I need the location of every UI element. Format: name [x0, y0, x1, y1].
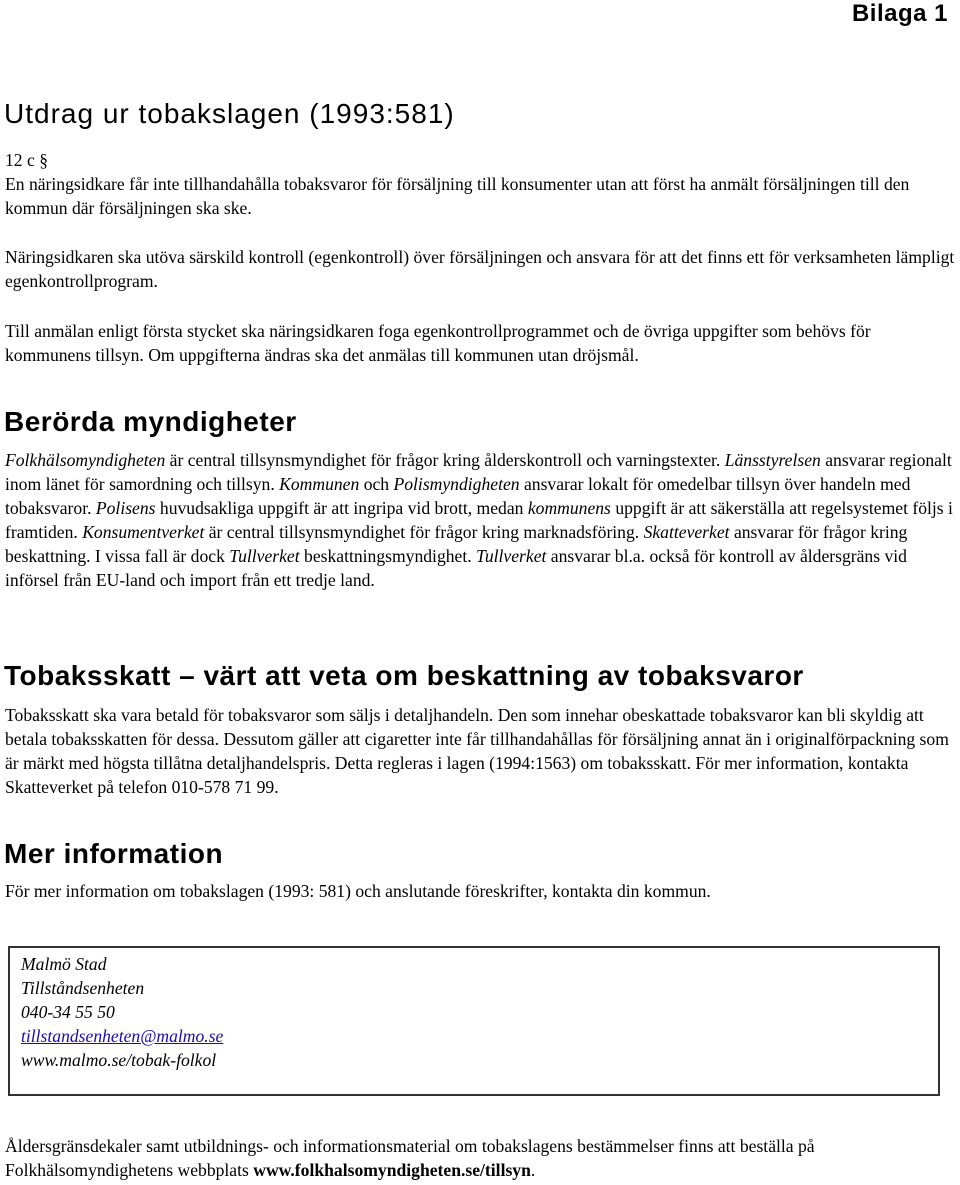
- authority-text: beskattningsmyndighet.: [299, 546, 477, 566]
- law-paragraph-2: Näringsidkaren ska utöva särskild kontro…: [5, 247, 955, 291]
- authority-name: Folkhälsomyndigheten: [5, 450, 166, 470]
- authority-name: Tullverket: [476, 546, 547, 566]
- authority-name: Polismyndigheten: [393, 474, 520, 494]
- authority-text: huvudsakliga uppgift är att ingripa vid …: [155, 498, 528, 518]
- contact-email-link[interactable]: tillstandsenheten@malmo.se: [21, 1024, 223, 1048]
- authority-name: Tullverket: [229, 546, 300, 566]
- authority-name: Konsumentverket: [82, 522, 205, 542]
- section-title-authorities: Berörda myndigheter: [4, 406, 297, 437]
- law-paragraph-3: Till anmälan enligt första stycket ska n…: [5, 321, 871, 365]
- authority-name: Skatteverket: [643, 522, 730, 542]
- section-title-law-excerpt: Utdrag ur tobakslagen (1993:581): [4, 98, 455, 129]
- authority-text: är central tillsynsmyndighet för frågor …: [204, 522, 644, 542]
- contact-box: Malmö Stad Tillståndsenheten 040-34 55 5…: [8, 946, 940, 1096]
- section-title-tobacco-tax: Tobaksskatt – värt att veta om beskattni…: [4, 660, 804, 691]
- contact-website: www.malmo.se/tobak-folkol: [21, 1050, 217, 1070]
- footer-paragraph: Åldersgränsdekaler samt utbildnings- och…: [5, 1134, 960, 1182]
- authority-name: Länsstyrelsen: [724, 450, 821, 470]
- law-paragraph-1: En näringsidkare får inte tillhandahålla…: [5, 174, 910, 218]
- contact-unit: Tillståndsenheten: [21, 978, 145, 998]
- authorities-paragraph: Folkhälsomyndigheten är central tillsyns…: [5, 448, 960, 592]
- authority-text: och: [359, 474, 394, 494]
- tobacco-tax-paragraph: Tobaksskatt ska vara betald för tobaksva…: [5, 705, 949, 797]
- attachment-label: Bilaga 1: [851, 0, 948, 27]
- paragraph-reference: 12 c §: [5, 150, 48, 170]
- footer-period: .: [530, 1160, 536, 1180]
- more-info-paragraph: För mer information om tobakslagen (1993…: [5, 881, 711, 901]
- authority-name: kommunens: [527, 498, 611, 518]
- footer-website-link[interactable]: www.folkhalsomyndigheten.se/tillsyn: [253, 1160, 531, 1180]
- authority-name: Kommunen: [279, 474, 360, 494]
- authority-text: är central tillsynsmyndighet för frågor …: [165, 450, 725, 470]
- contact-organization: Malmö Stad: [21, 954, 107, 974]
- contact-phone: 040-34 55 50: [21, 1002, 115, 1022]
- authority-name: Polisens: [95, 498, 156, 518]
- section-title-more-info: Mer information: [4, 838, 224, 869]
